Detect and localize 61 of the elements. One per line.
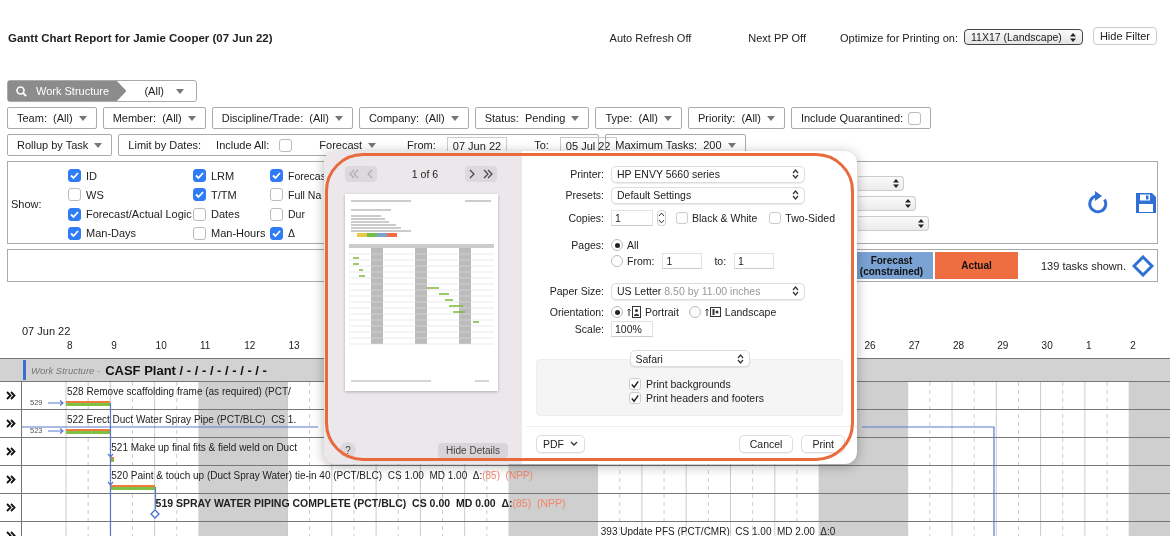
page-indicator: 1 of 6: [411, 168, 439, 180]
task-label: 521 Make up final fits & field weld on Duct: [111, 442, 297, 453]
day-label: 9: [111, 340, 117, 351]
day-label: 2: [1130, 340, 1136, 351]
option-label: Black & White: [692, 212, 758, 224]
day-label: 12: [244, 340, 256, 351]
day-label: 1: [1085, 340, 1092, 351]
day-label: 13: [288, 340, 300, 351]
option-label: Full Na: [288, 188, 322, 201]
include-quarantined-label: Include Quarantined:: [800, 112, 904, 124]
option-label: Print headers and footers: [646, 392, 764, 404]
option-label: LRM: [211, 169, 235, 182]
task-label: 522 Erect Duct Water Spray Pipe (PCT/BLC) CS 1.: [67, 414, 297, 425]
printer-label: Printer:: [569, 168, 604, 180]
day-label: 26: [864, 340, 876, 351]
start-date: 07 Jun 22: [22, 325, 71, 337]
option-label: WS: [86, 188, 104, 201]
option-label: Man-Days: [86, 227, 137, 240]
day-label: 27: [908, 340, 920, 351]
tasks-shown-count: 139 tasks shown.: [1041, 259, 1126, 272]
legend-item: Actual: [935, 252, 1018, 279]
limit-dates-label: Limit by Dates:: [128, 139, 202, 151]
show-label: Show:: [11, 198, 42, 210]
day-label: 10: [155, 340, 167, 351]
task-label: 520 Paint & touch up (Duct Spray Water) tie-in 40 (PCT/BLC) CS 1.00 MD 1.00 Δ:(85) (NPP): [111, 470, 533, 481]
from-label: From:: [407, 139, 436, 151]
option-label: Forecast/Actual Logic: [86, 208, 192, 221]
group-title: CASF Plant / - / - / - / - / - / -: [105, 362, 267, 378]
day-label: 28: [953, 340, 965, 351]
orientation-label: Orientation:: [548, 306, 604, 318]
option-label: Dur: [288, 208, 305, 221]
option-label: Δ: [288, 227, 295, 240]
day-label: 30: [1041, 340, 1053, 351]
option-label: Two-Sided: [785, 212, 835, 224]
option-label: Portrait: [645, 306, 679, 318]
option-label: Forecas: [288, 169, 326, 182]
include-all-label: Include All:: [216, 139, 270, 151]
scale-label: Scale:: [573, 323, 604, 335]
day-label: 11: [199, 340, 211, 351]
report-title: Gantt Chart Report for Jamie Cooper (07 Jun 22): [8, 31, 273, 46]
option-label: Dates: [211, 208, 240, 221]
day-label: 8: [67, 340, 73, 351]
paper-size-label: Paper Size:: [548, 285, 604, 297]
option-label: All: [627, 239, 639, 251]
pages-label: Pages:: [570, 239, 604, 251]
presets-label: Presets:: [564, 189, 604, 201]
option-label: ID: [86, 169, 97, 182]
task-label: 519 SPRAY WATER PIPING COMPLETE (PCT/BLC) CS 0.00 MD 0.00 Δ:(85) (NPP): [155, 498, 566, 509]
optimize-label: Optimize for Printing on:: [840, 31, 958, 46]
filter-value: (All): [144, 85, 164, 97]
day-label: 29: [997, 340, 1009, 351]
option-label: T/TM: [211, 188, 237, 201]
copies-label: Copies:: [567, 212, 604, 224]
option-label: Landscape: [724, 306, 777, 318]
option-label: Print backgrounds: [646, 378, 731, 390]
option-label: Man-Hours: [211, 227, 266, 240]
task-label: 528 Remove scaffolding frame (as required) (PCT/: [67, 386, 291, 397]
to-label: to:: [714, 255, 727, 267]
to-label: To:: [534, 139, 549, 151]
option-label: From:: [627, 255, 655, 267]
group-prefix: Work Structure -: [31, 364, 101, 376]
